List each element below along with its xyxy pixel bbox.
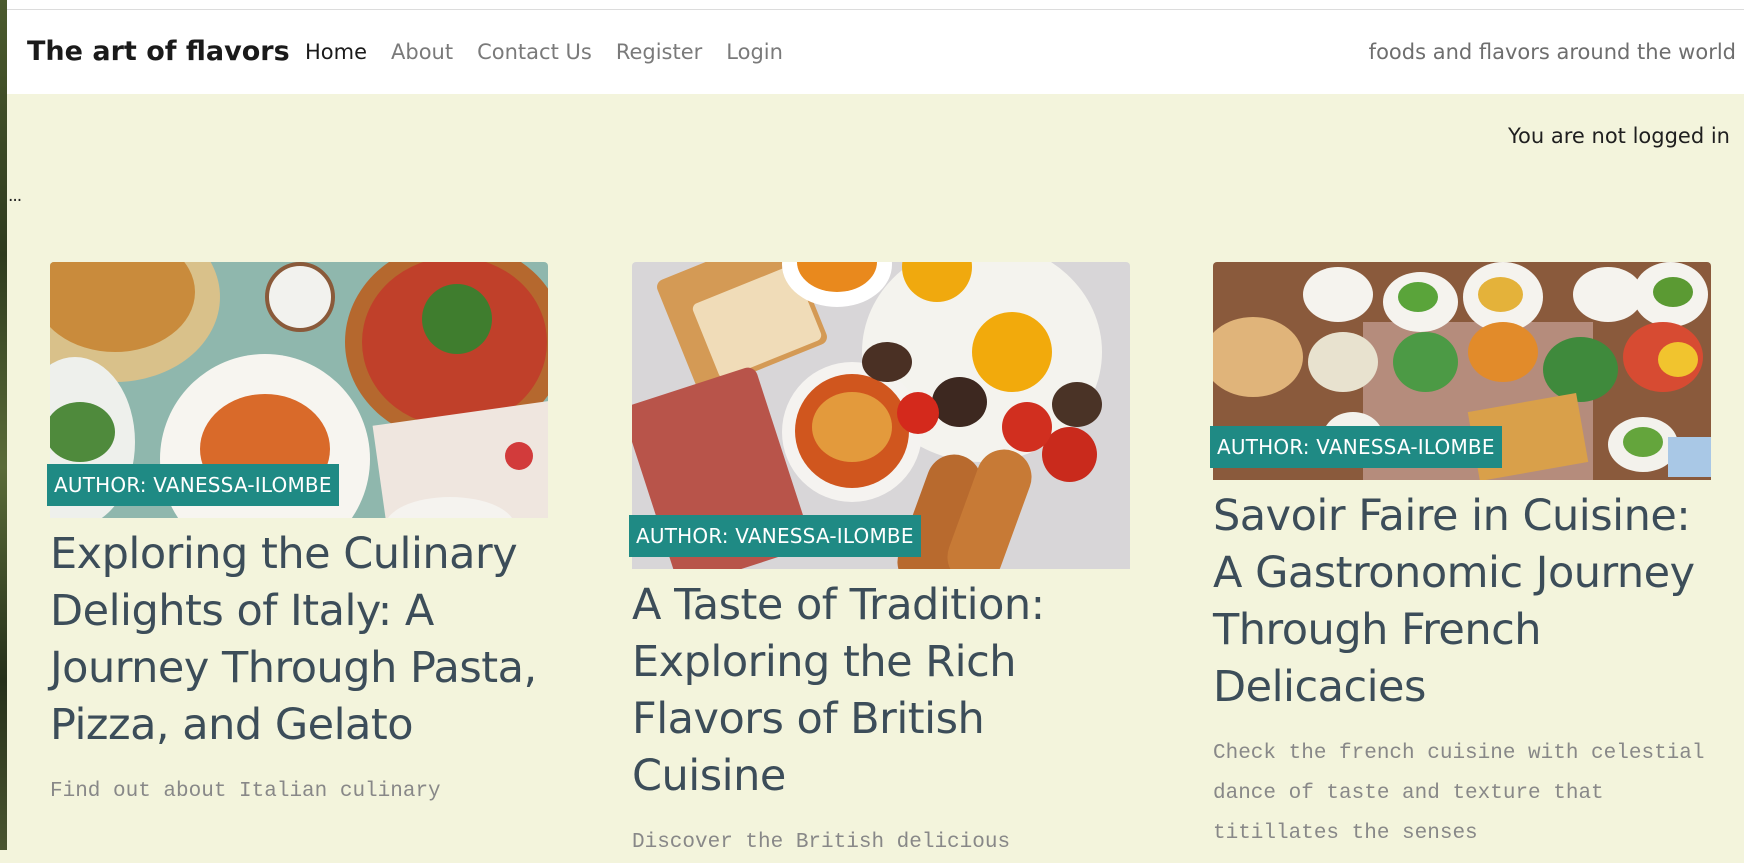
- post-card[interactable]: AUTHOR: VANESSA-ILOMBE A Taste of Tradit…: [629, 262, 1130, 863]
- author-badge[interactable]: AUTHOR: VANESSA-ILOMBE: [629, 515, 921, 557]
- nav-link-contact-us[interactable]: Contact Us: [477, 40, 592, 64]
- nav-link-about[interactable]: About: [391, 40, 453, 64]
- login-status-text: You are not logged in: [1508, 124, 1730, 148]
- browser-top-edge: [7, 0, 1744, 10]
- post-title[interactable]: Savoir Faire in Cuisine: A Gastronomic J…: [1213, 488, 1711, 716]
- post-excerpt: Check the french cuisine with celestial …: [1213, 742, 1705, 845]
- nav-link-register[interactable]: Register: [616, 40, 702, 64]
- post-excerpt: Discover the British delicious: [632, 831, 1011, 854]
- navbar: The art of flavors Home About Contact Us…: [7, 10, 1744, 94]
- post-title[interactable]: Exploring the Culinary Delights of Italy…: [50, 526, 548, 754]
- desktop-background-edge: [0, 0, 7, 850]
- nav-link-login[interactable]: Login: [726, 40, 783, 64]
- site-tagline: foods and flavors around the world: [1368, 40, 1736, 64]
- nav-links: Home About Contact Us Register Login: [305, 40, 807, 64]
- post-image[interactable]: AUTHOR: VANESSA-ILOMBE: [1210, 262, 1711, 480]
- post-image[interactable]: AUTHOR: VANESSA-ILOMBE: [47, 262, 548, 518]
- ellipsis-text: ...: [8, 186, 22, 206]
- site-brand[interactable]: The art of flavors: [27, 36, 290, 67]
- post-excerpt: Find out about Italian culinary: [50, 780, 441, 803]
- nav-link-home[interactable]: Home: [305, 40, 367, 64]
- author-badge[interactable]: AUTHOR: VANESSA-ILOMBE: [1210, 426, 1502, 468]
- author-badge[interactable]: AUTHOR: VANESSA-ILOMBE: [47, 464, 339, 506]
- post-image[interactable]: AUTHOR: VANESSA-ILOMBE: [629, 262, 1130, 569]
- post-title[interactable]: A Taste of Tradition: Exploring the Rich…: [632, 577, 1130, 805]
- post-card[interactable]: AUTHOR: VANESSA-ILOMBE Exploring the Cul…: [47, 262, 548, 812]
- post-card[interactable]: AUTHOR: VANESSA-ILOMBE Savoir Faire in C…: [1210, 262, 1711, 854]
